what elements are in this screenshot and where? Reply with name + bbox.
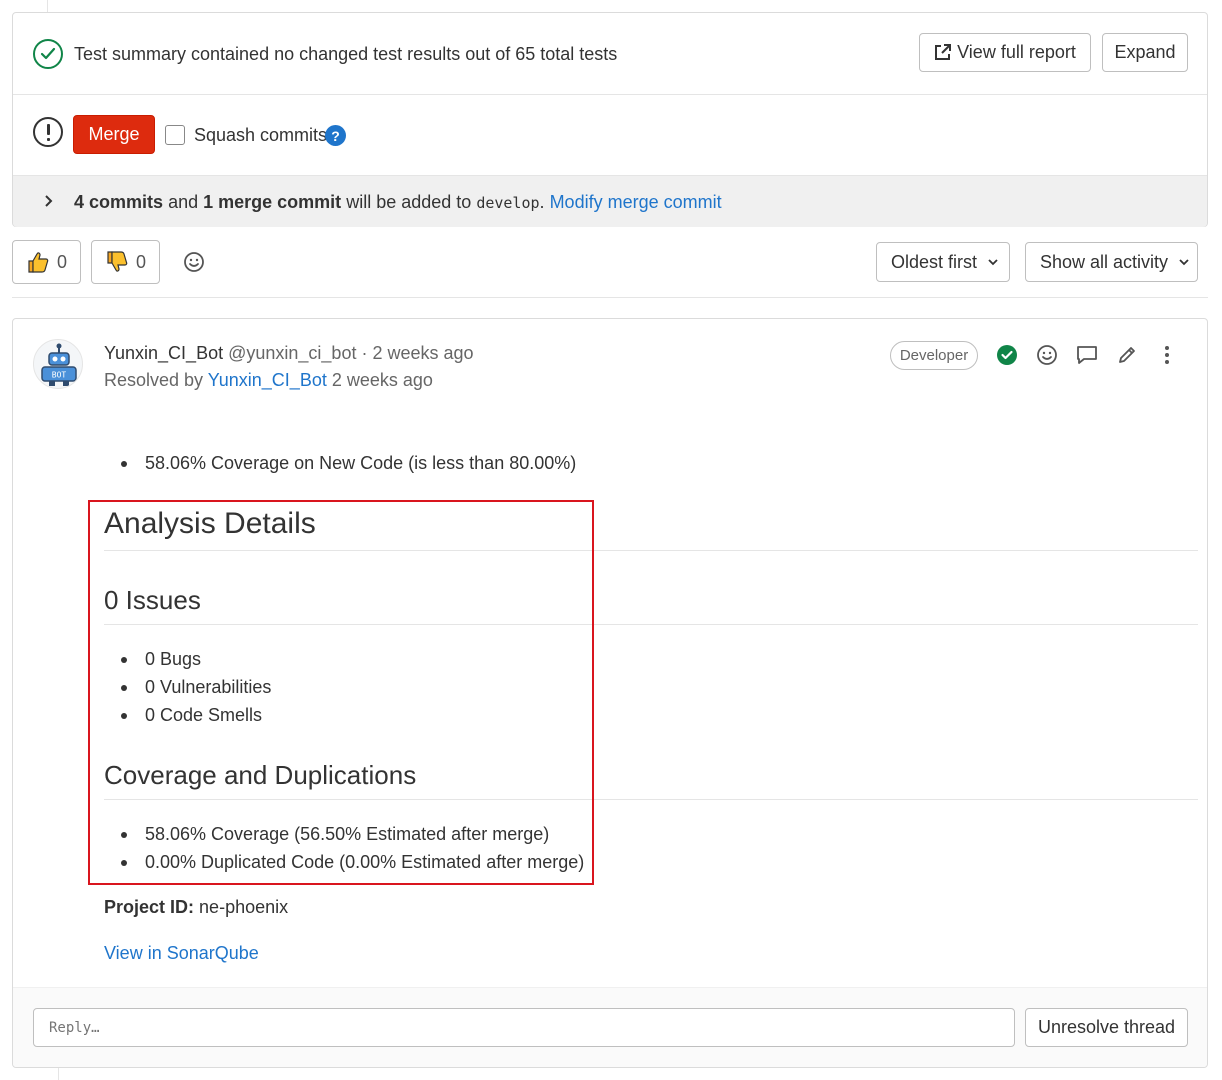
target-branch: develop bbox=[476, 194, 540, 212]
role-badge: Developer bbox=[890, 341, 978, 370]
resolved-timestamp: 2 weeks ago bbox=[331, 370, 433, 390]
view-full-report-button[interactable]: View full report bbox=[919, 33, 1091, 72]
sort-dropdown[interactable]: Oldest first bbox=[876, 242, 1010, 282]
commits-period: . bbox=[539, 192, 545, 212]
project-id-line: Project ID: ne-phoenix bbox=[104, 897, 288, 918]
quality-gate-list: 58.06% Coverage on New Code (is less tha… bbox=[104, 449, 576, 477]
resolve-thread-icon[interactable] bbox=[996, 344, 1018, 366]
resolved-by-label: Resolved by bbox=[104, 370, 204, 390]
thumbs-up-icon bbox=[28, 252, 49, 273]
author-handle[interactable]: @yunxin_ci_bot bbox=[228, 343, 356, 363]
external-link-icon bbox=[935, 44, 952, 60]
squash-commits-checkbox[interactable] bbox=[165, 125, 185, 145]
commits-info-row: 4 commits and 1 merge commit will be add… bbox=[13, 175, 1207, 227]
modify-merge-commit-link[interactable]: Modify merge commit bbox=[550, 192, 722, 212]
timeline-line bbox=[47, 0, 48, 12]
project-id-value: ne-phoenix bbox=[199, 897, 289, 917]
project-id-label: Project ID: bbox=[104, 897, 195, 917]
merge-row: Merge Squash commits ? bbox=[13, 95, 1207, 175]
merge-commit-count: 1 merge commit bbox=[203, 192, 342, 212]
help-icon[interactable]: ? bbox=[325, 125, 346, 146]
note-timestamp[interactable]: 2 weeks ago bbox=[373, 343, 474, 363]
chevron-right-icon[interactable] bbox=[43, 194, 53, 208]
thumbs-down-count: 0 bbox=[136, 251, 147, 272]
more-actions-icon[interactable] bbox=[1156, 344, 1178, 366]
reply-input[interactable] bbox=[33, 1008, 1015, 1047]
activity-filter-dropdown[interactable]: Show all activity bbox=[1025, 242, 1198, 282]
annotation-highlight-box bbox=[88, 500, 594, 885]
add-reaction-icon[interactable] bbox=[1036, 344, 1058, 366]
test-summary-text: Test summary contained no changed test r… bbox=[74, 44, 618, 64]
expand-button[interactable]: Expand bbox=[1102, 33, 1188, 72]
reply-area: Unresolve thread bbox=[13, 987, 1207, 1067]
merge-request-widget: Test summary contained no changed test r… bbox=[12, 12, 1208, 227]
note-author-line: Yunxin_CI_Bot @yunxin_ci_bot · 2 weeks a… bbox=[104, 343, 474, 364]
test-summary-row: Test summary contained no changed test r… bbox=[13, 13, 1207, 95]
warning-icon bbox=[33, 117, 63, 147]
meta-separator: · bbox=[361, 343, 368, 363]
view-in-sonarqube-link[interactable]: View in SonarQube bbox=[104, 943, 259, 964]
divider bbox=[12, 297, 1208, 298]
reply-comment-icon[interactable] bbox=[1076, 344, 1098, 366]
chevron-down-icon bbox=[988, 259, 998, 266]
sort-dropdown-label: Oldest first bbox=[891, 251, 978, 272]
thumbs-down-icon bbox=[107, 251, 128, 272]
merge-button[interactable]: Merge bbox=[73, 115, 155, 154]
chevron-down-icon bbox=[1179, 259, 1189, 266]
squash-commits-label[interactable]: Squash commits bbox=[194, 125, 327, 146]
success-check-icon bbox=[33, 39, 63, 69]
thumbs-up-count: 0 bbox=[57, 251, 68, 272]
discussion-note: BOT Yunxin_CI_Bot @yunxin_ci_bot · 2 wee… bbox=[12, 318, 1208, 1068]
resolved-by-line: Resolved by Yunxin_CI_Bot 2 weeks ago bbox=[104, 370, 433, 391]
avatar[interactable]: BOT bbox=[33, 339, 83, 389]
thumbs-up-button[interactable]: 0 bbox=[12, 240, 81, 284]
svg-text:BOT: BOT bbox=[52, 371, 67, 380]
resolved-by-user-link[interactable]: Yunxin_CI_Bot bbox=[208, 370, 327, 390]
robot-avatar-icon: BOT bbox=[41, 343, 77, 386]
view-full-report-label: View full report bbox=[957, 42, 1076, 62]
unresolve-thread-button[interactable]: Unresolve thread bbox=[1025, 1008, 1188, 1047]
author-name[interactable]: Yunxin_CI_Bot bbox=[104, 343, 223, 363]
list-item: 58.06% Coverage on New Code (is less tha… bbox=[104, 449, 576, 477]
activity-filter-label: Show all activity bbox=[1040, 251, 1169, 272]
commits-info-text: 4 commits and 1 merge commit will be add… bbox=[74, 192, 722, 213]
timeline-line bbox=[58, 1068, 59, 1080]
edit-pencil-icon[interactable] bbox=[1116, 344, 1138, 366]
add-reaction-icon[interactable] bbox=[183, 251, 205, 273]
commits-and: and bbox=[168, 192, 199, 212]
commits-count: 4 commits bbox=[74, 192, 164, 212]
commits-will-be-added: will be added to bbox=[346, 192, 472, 212]
thumbs-down-button[interactable]: 0 bbox=[91, 240, 160, 284]
